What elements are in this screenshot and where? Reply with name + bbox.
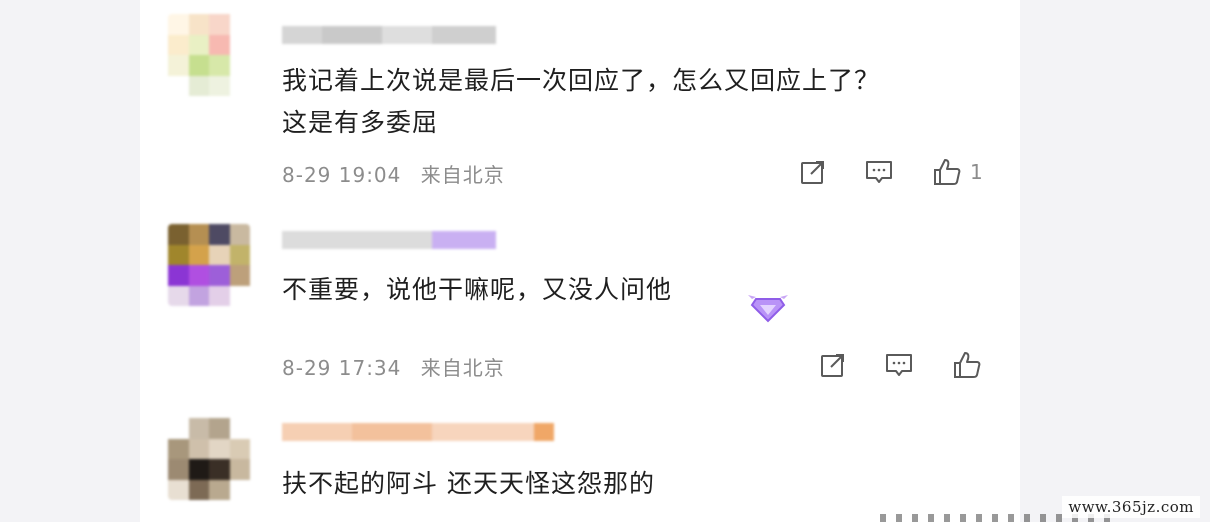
comment-actions: 1 [798, 156, 983, 188]
username-blurred[interactable] [282, 26, 496, 44]
like-icon[interactable] [932, 157, 962, 187]
comment-text-line: 不重要，说他干嘛呢，又没人问他 [282, 275, 673, 304]
username-blurred[interactable] [282, 423, 554, 441]
comment-location: 来自北京 [420, 356, 505, 380]
comment-text: 我记着上次说是最后一次回应了，怎么又回应上了？ 这是有多委屈 [282, 60, 880, 144]
comment-list: 我记着上次说是最后一次回应了，怎么又回应上了？ 这是有多委屈 8-29 19:0… [140, 0, 1020, 522]
comment-text: 扶不起的阿斗 还天天怪这怨那的 [282, 463, 655, 505]
diamond-badge-icon [748, 295, 788, 323]
comment-time: 8-29 19:04 [282, 163, 402, 187]
comment-text: 不重要，说他干嘛呢，又没人问他 [282, 269, 672, 311]
comment-text-line: 我记着上次说是最后一次回应了，怎么又回应上了？ [282, 66, 881, 95]
comment-icon[interactable] [884, 350, 914, 380]
comment-location: 来自北京 [420, 163, 505, 187]
comment-actions [818, 349, 990, 381]
avatar[interactable] [168, 14, 250, 96]
comment-time: 8-29 17:34 [282, 356, 402, 380]
comment-text-line: 扶不起的阿斗 还天天怪这怨那的 [282, 469, 655, 498]
share-icon[interactable] [818, 350, 848, 380]
avatar[interactable] [168, 224, 250, 306]
comment-text-line: 这是有多委屈 [282, 108, 439, 137]
share-icon[interactable] [798, 157, 828, 187]
comment-meta: 8-29 19:04 来自北京 [282, 159, 505, 188]
comment-item: 不重要，说他干嘛呢，又没人问他 8-29 17:34 来自北京 [140, 200, 1020, 400]
comment-icon[interactable] [864, 157, 894, 187]
comment-meta: 8-29 17:34 来自北京 [282, 352, 505, 381]
comment-item: 扶不起的阿斗 还天天怪这怨那的 [140, 400, 1020, 522]
avatar[interactable] [168, 418, 250, 500]
comment-item: 我记着上次说是最后一次回应了，怎么又回应上了？ 这是有多委屈 8-29 19:0… [140, 0, 1020, 200]
username-blurred[interactable] [282, 231, 496, 249]
like-icon[interactable] [952, 350, 982, 380]
watermark: www.365jz.com [1062, 496, 1200, 518]
like-count: 1 [970, 160, 983, 184]
